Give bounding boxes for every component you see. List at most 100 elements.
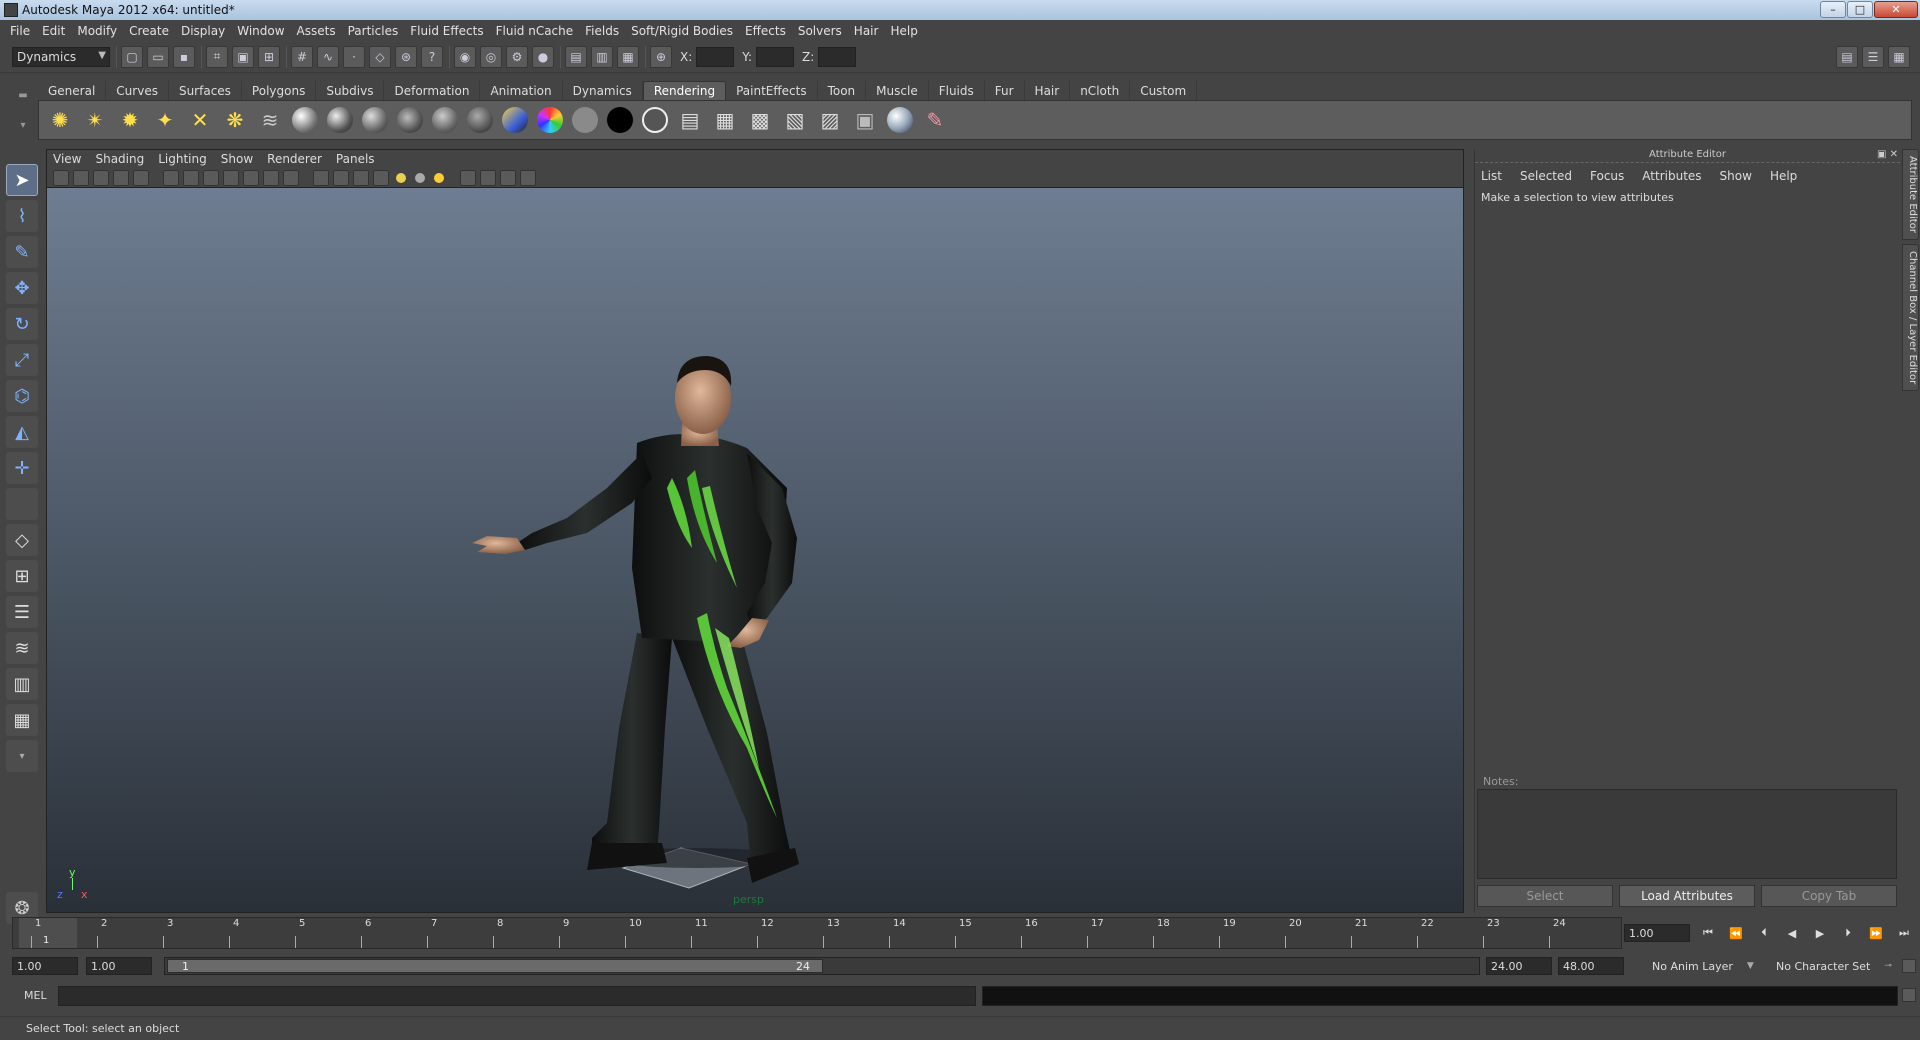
hypershade-shelf-icon[interactable]: ≋ bbox=[255, 105, 285, 135]
volume-light-icon[interactable]: ❋ bbox=[220, 105, 250, 135]
script-editor-icon[interactable] bbox=[1902, 988, 1916, 1002]
close-button[interactable]: ✕ bbox=[1874, 1, 1918, 18]
scale-tool-icon[interactable]: ⤢ bbox=[6, 344, 38, 376]
hypershade-persp-layout-icon[interactable]: ▥ bbox=[6, 668, 38, 700]
xray-joints-icon[interactable] bbox=[500, 169, 516, 186]
shelf-tab-animation[interactable]: Animation bbox=[480, 81, 563, 100]
resolution-gate-icon[interactable] bbox=[203, 169, 219, 186]
select-by-object-icon[interactable]: ▣ bbox=[232, 45, 254, 68]
animation-end-field[interactable]: 48.00 bbox=[1558, 957, 1624, 975]
shelf-tab-muscle[interactable]: Muscle bbox=[866, 81, 929, 100]
time-slider[interactable]: 1 1 2 3 4 5 6 7 8 9 10 11 12 13 14 15 16 17 18 19 20 21 22 23 2… bbox=[12, 917, 1622, 949]
bookmarks-icon[interactable] bbox=[93, 169, 109, 186]
shelf-menu-icon[interactable]: ▬ bbox=[18, 90, 27, 101]
menu-fluid-ncache[interactable]: Fluid nCache bbox=[490, 24, 580, 38]
shelf-tab-polygons[interactable]: Polygons bbox=[242, 81, 317, 100]
area-light-icon[interactable]: ✕ bbox=[185, 105, 215, 135]
wireframe-on-shaded-icon[interactable] bbox=[353, 169, 369, 186]
attr-menu-help[interactable]: Help bbox=[1770, 169, 1797, 183]
ipr-render-shelf-icon[interactable]: ▩ bbox=[745, 105, 775, 135]
current-time-field[interactable]: 1.00 bbox=[1624, 924, 1690, 942]
playback-end-field[interactable]: 24.00 bbox=[1486, 957, 1552, 975]
viewport-menu-view[interactable]: View bbox=[53, 152, 89, 166]
menu-solvers[interactable]: Solvers bbox=[792, 24, 848, 38]
layout-options-icon[interactable]: ▾ bbox=[6, 740, 38, 772]
attr-menu-attributes[interactable]: Attributes bbox=[1642, 169, 1701, 183]
snap-point-icon[interactable]: · bbox=[343, 45, 365, 68]
blinn-material-icon[interactable] bbox=[325, 105, 355, 135]
menu-help[interactable]: Help bbox=[884, 24, 923, 38]
use-all-lights-icon[interactable] bbox=[396, 172, 406, 183]
isolate-select-icon[interactable] bbox=[480, 169, 496, 186]
history-icon[interactable]: ? bbox=[421, 45, 443, 68]
anisotropic-material-icon[interactable] bbox=[430, 105, 460, 135]
persp-graph-layout-icon[interactable]: ≋ bbox=[6, 632, 38, 664]
menu-set-selector[interactable]: Dynamics ▼ bbox=[12, 46, 110, 67]
step-forward-frame-icon[interactable]: ⏵ bbox=[1836, 924, 1860, 942]
notes-textarea[interactable] bbox=[1477, 789, 1897, 879]
shelf-tab-hair[interactable]: Hair bbox=[1025, 81, 1071, 100]
menu-particles[interactable]: Particles bbox=[342, 24, 405, 38]
move-tool-icon[interactable]: ✥ bbox=[6, 272, 38, 304]
ramp-shader-icon[interactable] bbox=[500, 105, 530, 135]
xray-icon[interactable] bbox=[460, 169, 476, 186]
render-frame-icon[interactable]: ▦ bbox=[710, 105, 740, 135]
range-handle[interactable]: 1 24 bbox=[167, 959, 823, 973]
viewport-menu-shading[interactable]: Shading bbox=[95, 152, 152, 166]
step-back-frame-icon[interactable]: ⏴ bbox=[1752, 924, 1776, 942]
open-scene-icon[interactable]: ▭ bbox=[147, 45, 169, 68]
shelf-tab-custom[interactable]: Custom bbox=[1130, 81, 1198, 100]
snap-view-plane-icon[interactable]: ◇ bbox=[369, 45, 391, 68]
y-field[interactable] bbox=[756, 46, 795, 67]
render-settings-shelf-icon[interactable]: ▧ bbox=[780, 105, 810, 135]
side-tab-attribute-editor[interactable]: Attribute Editor bbox=[1902, 149, 1919, 240]
step-back-key-icon[interactable]: ⏪ bbox=[1724, 924, 1748, 942]
menu-effects[interactable]: Effects bbox=[739, 24, 792, 38]
maximize-button[interactable]: □ bbox=[1847, 1, 1873, 18]
snap-curve-icon[interactable]: ∿ bbox=[317, 45, 339, 68]
last-tool-icon[interactable] bbox=[6, 488, 38, 520]
hypershade-sphere-icon[interactable] bbox=[885, 105, 915, 135]
safe-action-icon[interactable] bbox=[263, 169, 279, 186]
soft-modification-icon[interactable]: ◭ bbox=[6, 416, 38, 448]
paint-brush-icon[interactable]: ✎ bbox=[920, 105, 950, 135]
play-backwards-icon[interactable]: ◀ bbox=[1780, 924, 1804, 942]
shelf-tab-fur[interactable]: Fur bbox=[985, 81, 1025, 100]
menu-hair[interactable]: Hair bbox=[848, 24, 885, 38]
persp-graph-hypershade-layout-icon[interactable]: ▦ bbox=[6, 704, 38, 736]
menu-assets[interactable]: Assets bbox=[291, 24, 342, 38]
render-current-frame-icon[interactable]: ◉ bbox=[454, 45, 476, 68]
directional-light-icon[interactable]: ✴ bbox=[80, 105, 110, 135]
go-to-end-icon[interactable]: ⏭ bbox=[1892, 924, 1916, 942]
shelf-tab-rendering[interactable]: Rendering bbox=[642, 81, 727, 100]
surface-shader-icon[interactable] bbox=[570, 105, 600, 135]
new-scene-icon[interactable]: ▢ bbox=[121, 45, 143, 68]
wireframe-icon[interactable] bbox=[313, 169, 329, 186]
shelf-tab-curves[interactable]: Curves bbox=[106, 81, 169, 100]
anim-layer-dropdown[interactable]: No Anim Layer ▼ bbox=[1652, 958, 1754, 974]
default-light-icon[interactable] bbox=[434, 172, 444, 183]
shelf-tab-painteffects[interactable]: PaintEffects bbox=[726, 81, 818, 100]
menu-window[interactable]: Window bbox=[231, 24, 290, 38]
shelf-tab-surfaces[interactable]: Surfaces bbox=[169, 81, 242, 100]
side-tab-channel-box[interactable]: Channel Box / Layer Editor bbox=[1902, 243, 1919, 392]
make-live-icon[interactable]: ⊛ bbox=[395, 45, 417, 68]
shelf-tab-toon[interactable]: Toon bbox=[818, 81, 867, 100]
camera-attributes-icon[interactable] bbox=[73, 169, 89, 186]
panel-float-close-icons[interactable]: ▣ ✕ bbox=[1877, 149, 1898, 160]
shelf-tab-deformation[interactable]: Deformation bbox=[384, 81, 481, 100]
select-tool-icon[interactable]: ➤ bbox=[6, 164, 38, 196]
minimize-button[interactable]: – bbox=[1820, 1, 1846, 18]
command-input[interactable] bbox=[58, 986, 976, 1006]
batch-render-icon[interactable]: ▨ bbox=[815, 105, 845, 135]
shelf-tab-dynamics[interactable]: Dynamics bbox=[563, 81, 643, 100]
xray-active-components-icon[interactable] bbox=[520, 169, 536, 186]
load-attributes-button[interactable]: Load Attributes bbox=[1619, 885, 1755, 907]
shelf-tab-ncloth[interactable]: nCloth bbox=[1070, 81, 1131, 100]
safe-title-icon[interactable] bbox=[283, 169, 299, 186]
four-view-layout-icon[interactable]: ⊞ bbox=[6, 560, 38, 592]
copy-tab-button[interactable]: Copy Tab bbox=[1761, 885, 1897, 907]
show-manipulator-icon[interactable]: ✛ bbox=[6, 452, 38, 484]
snap-grid-icon[interactable]: # bbox=[291, 45, 313, 68]
mel-label[interactable]: MEL bbox=[24, 989, 47, 1002]
